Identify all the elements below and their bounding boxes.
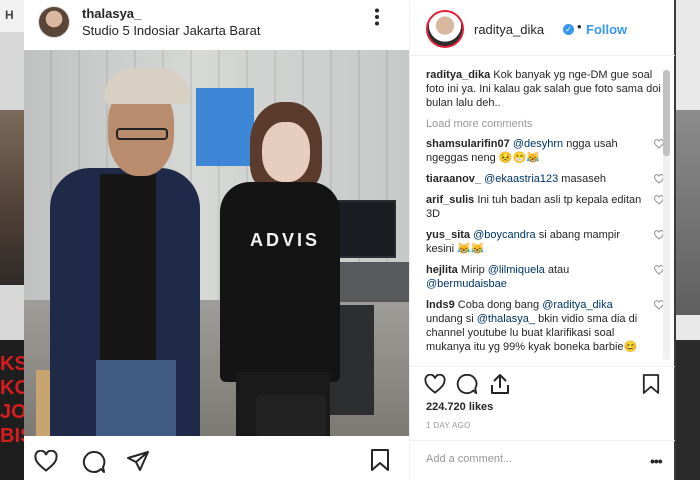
comment-item: lnds9 Coba dong bang @raditya_dika undan… <box>426 298 664 354</box>
more-vertical-icon[interactable] <box>374 8 380 26</box>
likes-number: 224.720 <box>426 401 466 413</box>
comment-username[interactable]: arif_sulis <box>426 194 474 206</box>
verified-badge-icon: ✓ <box>563 24 574 35</box>
post-header: thalasya_ Studio 5 Indosiar Jakarta Bara… <box>24 0 409 50</box>
share-icon[interactable] <box>126 450 150 472</box>
background-dark-right <box>676 340 700 480</box>
comment-mention[interactable]: @lilmiquela <box>488 264 545 276</box>
photo-woman-face <box>262 122 310 182</box>
background-photo-right <box>676 110 700 315</box>
likes-count[interactable]: 224.720 likes <box>426 401 493 413</box>
post-username[interactable]: thalasya_ <box>82 6 141 21</box>
comment-text: Mirip <box>460 264 488 276</box>
bookmark-icon[interactable] <box>642 373 660 395</box>
comment-text: Coba dong bang <box>457 299 543 311</box>
comment-item: hejlita Mirip @lilmiquela atau @bermudai… <box>426 263 664 291</box>
post-timestamp[interactable]: 1 DAY AGO <box>426 421 471 430</box>
post-location[interactable]: Studio 5 Indosiar Jakarta Barat <box>82 23 261 38</box>
comments-scrollbar-thumb[interactable] <box>663 70 670 156</box>
photo-woman-top <box>220 182 340 382</box>
photo-shirt-text: ADVIS <box>250 230 321 250</box>
comment-username[interactable]: shamsularifin07 <box>426 138 510 150</box>
comment-text: undang si <box>426 313 477 325</box>
post-caption: raditya_dika Kok banyak yg nge-DM gue so… <box>426 68 664 110</box>
comment-item: tiaraanov_ @ekaastria123 masaseh <box>426 172 664 186</box>
comment-username[interactable]: hejlita <box>426 264 458 276</box>
photo-man-shirt <box>100 174 156 364</box>
more-options-button[interactable]: ••• <box>650 453 663 469</box>
comment-username[interactable]: tiaraanov_ <box>426 173 481 185</box>
follow-button[interactable]: Follow <box>586 22 627 37</box>
post-photo[interactable]: ADVIS <box>24 50 409 436</box>
comments-pane: raditya_dika ✓ • Follow raditya_dika Kok… <box>409 0 675 480</box>
comment-mention[interactable]: @boycandra <box>473 229 536 241</box>
comment-username[interactable]: lnds9 <box>426 299 455 311</box>
avatar[interactable] <box>426 10 464 48</box>
post-action-bar <box>24 436 409 480</box>
add-comment-input[interactable] <box>426 453 626 465</box>
comments-list[interactable]: raditya_dika Kok banyak yg nge-DM gue so… <box>426 68 664 364</box>
caption-username[interactable]: raditya_dika <box>426 69 490 81</box>
share-icon[interactable] <box>490 373 510 395</box>
background-page-left: H KSP KO JOT BIS <box>0 0 24 480</box>
photo-man-glasses <box>116 128 168 140</box>
comment-item: yus_sita @boycandra si abang mampir kesi… <box>426 228 664 256</box>
heart-icon[interactable] <box>34 450 58 472</box>
comment-item: shamsularifin07 @desyhrn ngga usah ngegg… <box>426 137 664 165</box>
heart-icon[interactable] <box>424 374 446 394</box>
background-page-right <box>676 0 700 480</box>
comment-mention[interactable]: @bermudaisbae <box>426 278 507 290</box>
photo-man-cap <box>104 68 190 104</box>
author-header: raditya_dika ✓ • Follow <box>410 0 675 56</box>
comment-mention[interactable]: @ekaastria123 <box>484 173 558 185</box>
add-comment-bar: ••• <box>410 440 675 480</box>
photo-handbag <box>256 395 326 436</box>
comment-text: masaseh <box>558 173 606 185</box>
comment-username[interactable]: yus_sita <box>426 229 470 241</box>
bookmark-icon[interactable] <box>370 448 390 472</box>
photo-man-jeans <box>96 360 176 436</box>
load-more-comments-button[interactable]: Load more comments <box>426 118 664 130</box>
separator-dot: • <box>577 19 582 34</box>
likes-label: likes <box>468 401 494 413</box>
background-header-letter: H <box>5 8 14 22</box>
author-username[interactable]: raditya_dika <box>474 22 544 37</box>
comment-icon[interactable] <box>456 373 478 395</box>
photo-blue-panel <box>196 88 254 166</box>
post-pane: thalasya_ Studio 5 Indosiar Jakarta Bara… <box>24 0 409 480</box>
post-modal: thalasya_ Studio 5 Indosiar Jakarta Bara… <box>24 0 675 480</box>
avatar[interactable] <box>38 6 70 38</box>
comment-mention[interactable]: @desyhrn <box>513 138 563 150</box>
background-red-headline: KSP KO JOT BIS <box>0 353 24 447</box>
comment-item: arif_sulis Ini tuh badan asli tp kepala … <box>426 193 664 221</box>
comment-icon[interactable] <box>82 450 106 474</box>
post-action-bar <box>410 366 675 400</box>
background-photo <box>0 110 24 285</box>
comment-mention[interactable]: @raditya_dika <box>542 299 612 311</box>
comment-mention[interactable]: @thalasya_ <box>477 313 535 325</box>
comment-text: atau <box>544 264 570 276</box>
